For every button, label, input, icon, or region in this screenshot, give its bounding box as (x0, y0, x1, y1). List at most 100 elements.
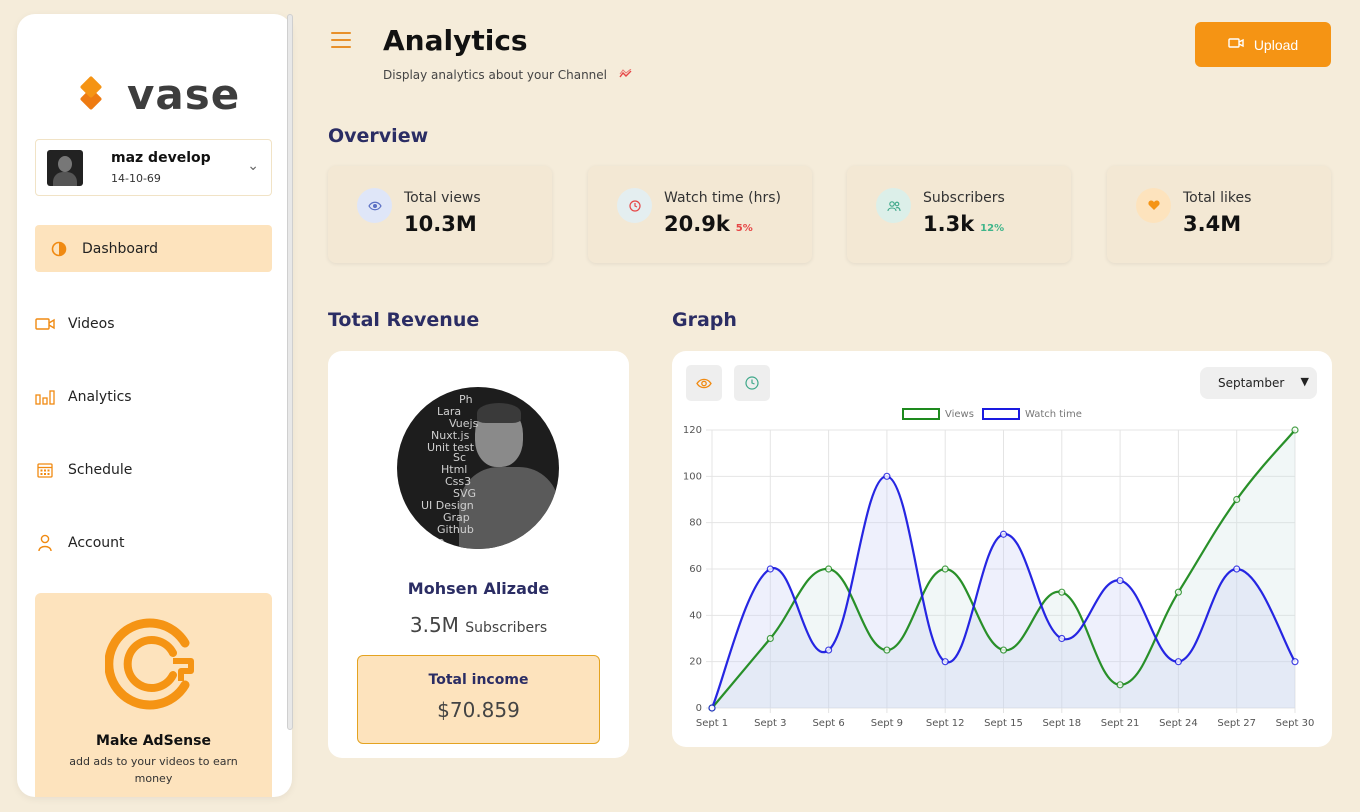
trend-icon (619, 68, 633, 82)
x-tick-label: Sept 30 (1276, 718, 1315, 729)
data-point (1233, 565, 1241, 573)
hamburger-menu-icon[interactable] (331, 32, 351, 48)
brand-name: vase (127, 70, 241, 119)
stat-value-text: 10.3M (404, 212, 477, 236)
y-tick-label: 100 (683, 471, 702, 482)
stat-card-total-likes[interactable]: Total likes 3.4M (1107, 166, 1331, 263)
video-camera-icon (1228, 37, 1244, 52)
line-chart: 0 20 40 60 80 100 120 Sept 1 Sept 3 Sept 6 Sept 9 S… (683, 425, 1315, 729)
stat-delta: 12% (980, 223, 1005, 234)
subscriber-count-value: 3.5M (409, 613, 459, 637)
y-tick-label: 20 (689, 657, 702, 668)
stat-label: Total views (404, 190, 481, 206)
stat-value-text: 1.3k (923, 212, 975, 236)
stat-card-watch-time[interactable]: Watch time (hrs) 20.9k 5% (588, 166, 812, 263)
user-icon (35, 534, 55, 552)
sidebar: vase maz develop 14-10-69 ⌄ Dashboard Vi… (17, 14, 292, 797)
data-point (999, 646, 1008, 654)
sidebar-item-account[interactable]: Account (35, 519, 272, 566)
adsense-coin-icon (105, 618, 194, 710)
overview-title: Overview (328, 125, 429, 147)
data-point (825, 646, 833, 654)
channel-name: Mohsen Alizade (407, 579, 550, 598)
chevron-down-icon[interactable]: ⌄ (247, 158, 259, 174)
data-point (1116, 681, 1124, 689)
data-point (1291, 658, 1299, 666)
x-tick-label: Sept 1 (696, 718, 728, 729)
sidebar-item-analytics[interactable]: Analytics (35, 373, 272, 420)
avatar (47, 149, 83, 186)
graph-title: Graph (672, 309, 737, 331)
avatar-word: Javas (419, 547, 448, 549)
data-point (941, 565, 949, 573)
data-point (766, 634, 774, 643)
adsense-promo[interactable]: Make AdSense add ads to your videos to e… (35, 593, 272, 797)
data-point (883, 646, 891, 654)
y-tick-label: 40 (689, 610, 702, 621)
heart-icon (1136, 188, 1171, 223)
clock-icon (617, 188, 652, 223)
data-point (708, 704, 716, 712)
users-icon (876, 188, 911, 223)
x-tick-label: Sept 3 (754, 718, 786, 729)
sidebar-item-label: Schedule (68, 461, 133, 478)
sidebar-scrollbar[interactable] (287, 14, 293, 730)
data-point (1174, 658, 1182, 666)
sidebar-item-videos[interactable]: Videos (35, 300, 272, 347)
profile-date: 14-10-69 (111, 172, 161, 185)
profile-name: maz develop (111, 150, 211, 166)
sidebar-item-dashboard[interactable]: Dashboard (35, 225, 272, 272)
profile-selector[interactable]: maz develop 14-10-69 ⌄ (35, 139, 272, 196)
calendar-icon (35, 461, 55, 479)
logo-mark-icon (79, 75, 103, 111)
avatar-word: Unit test (427, 441, 475, 454)
data-point (1058, 588, 1066, 596)
x-tick-label: Sept 6 (812, 718, 844, 729)
data-point (941, 658, 949, 666)
revenue-card: Ph Lara Vuejs Nuxt.js Unit test Sc Html Css3 SVG… (328, 351, 629, 758)
income-label: Total income (428, 672, 529, 688)
y-tick-label: 120 (683, 425, 702, 436)
stat-value: 20.9k 5% (664, 212, 753, 236)
data-point (825, 565, 833, 573)
data-point (1233, 495, 1241, 504)
y-tick-label: 80 (689, 518, 702, 529)
graph-card: Septamber ▼ Views Watch time 0 20 40 60 80 10… (672, 351, 1332, 747)
data-point (999, 530, 1008, 538)
subscriber-count-label: Subscribers (465, 620, 548, 636)
stat-delta: 5% (735, 223, 753, 234)
page-subtitle-text: Display analytics about your Channel (383, 68, 607, 82)
stat-label: Total likes (1183, 190, 1252, 206)
stat-value: 10.3M (404, 212, 477, 236)
data-point (766, 565, 774, 573)
channel-avatar[interactable]: Ph Lara Vuejs Nuxt.js Unit test Sc Html Css3 SVG… (397, 387, 559, 549)
page-title: Analytics (383, 24, 528, 57)
data-point (883, 472, 891, 480)
data-point (1291, 426, 1299, 434)
y-tick-label: 0 (696, 703, 702, 714)
stat-label: Watch time (hrs) (664, 190, 781, 206)
stat-value: 3.4M (1183, 212, 1241, 236)
x-tick-label: Sept 27 (1217, 718, 1256, 729)
sidebar-item-label: Videos (68, 315, 115, 332)
data-point (1116, 576, 1124, 585)
page-subtitle: Display analytics about your Channel (383, 68, 633, 82)
upload-label: Upload (1253, 36, 1299, 53)
eye-icon (357, 188, 392, 223)
x-tick-label: Sept 12 (926, 718, 965, 729)
stat-card-total-views[interactable]: Total views 10.3M (328, 166, 552, 263)
upload-button[interactable]: Upload (1195, 22, 1331, 67)
stat-label: Subscribers (923, 190, 1005, 206)
video-camera-icon (35, 315, 55, 333)
bar-chart-icon (35, 388, 55, 406)
sidebar-item-label: Analytics (68, 388, 132, 405)
brand-logo[interactable]: vase (79, 70, 240, 119)
income-value: $70.859 (437, 698, 520, 722)
stat-value-text: 3.4M (1183, 212, 1242, 236)
data-point (1174, 588, 1182, 596)
total-income-box: Total income $70.859 (357, 655, 600, 744)
sidebar-item-schedule[interactable]: Schedule (35, 446, 272, 493)
stat-card-subscribers[interactable]: Subscribers 1.3k 12% (847, 166, 1071, 263)
x-tick-label: Sept 24 (1159, 718, 1198, 729)
x-tick-label: Sept 9 (871, 718, 903, 729)
